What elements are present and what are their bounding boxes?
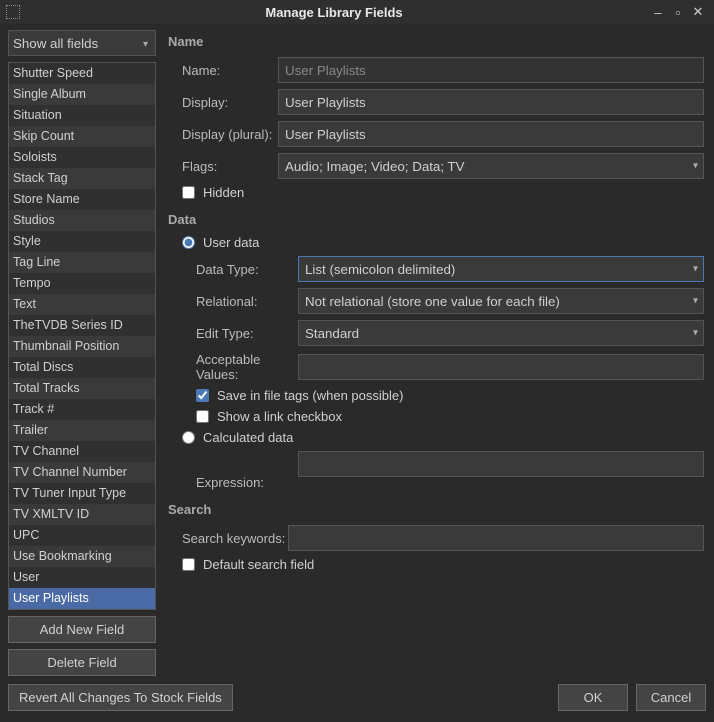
display-label: Display: (168, 95, 278, 110)
edit-type-label: Edit Type: (168, 326, 298, 341)
user-data-label: User data (203, 235, 259, 250)
list-item[interactable]: Tempo (9, 273, 155, 294)
list-item[interactable]: Store Name (9, 189, 155, 210)
list-item[interactable]: UPC (9, 525, 155, 546)
close-button[interactable]: ✕ (688, 4, 708, 20)
section-data: Data (168, 212, 704, 227)
minimize-button[interactable]: – (648, 5, 668, 20)
section-name: Name (168, 34, 704, 49)
list-item[interactable]: Situation (9, 105, 155, 126)
name-input (278, 57, 704, 83)
relational-label: Relational: (168, 294, 298, 309)
add-field-button[interactable]: Add New Field (8, 616, 156, 643)
list-item[interactable]: TheTVDB Series ID (9, 315, 155, 336)
display-plural-input[interactable] (278, 121, 704, 147)
expression-label: Expression: (168, 451, 298, 490)
default-search-checkbox[interactable] (182, 558, 195, 571)
list-item[interactable]: Single Album (9, 84, 155, 105)
bottom-bar: Revert All Changes To Stock Fields OK Ca… (0, 676, 714, 719)
edit-type-select[interactable]: Standard (298, 320, 704, 346)
hidden-checkbox[interactable] (182, 186, 195, 199)
app-icon (6, 5, 20, 19)
list-item[interactable]: Thumbnail Position (9, 336, 155, 357)
relational-select[interactable]: Not relational (store one value for each… (298, 288, 704, 314)
list-item[interactable]: Shutter Speed (9, 63, 155, 84)
list-item[interactable]: TV Channel (9, 441, 155, 462)
show-link-label: Show a link checkbox (217, 409, 342, 424)
window-title: Manage Library Fields (20, 5, 648, 20)
display-input[interactable] (278, 89, 704, 115)
keywords-label: Search keywords: (168, 531, 288, 546)
field-filter-select[interactable]: Show all fields (8, 30, 156, 56)
calculated-data-radio[interactable] (182, 431, 195, 444)
list-item[interactable]: TV Tuner Input Type (9, 483, 155, 504)
revert-button[interactable]: Revert All Changes To Stock Fields (8, 684, 233, 711)
delete-field-button[interactable]: Delete Field (8, 649, 156, 676)
section-search: Search (168, 502, 704, 517)
default-search-label: Default search field (203, 557, 314, 572)
list-item[interactable]: User Playlists (9, 588, 155, 609)
list-item[interactable]: Total Discs (9, 357, 155, 378)
save-tags-checkbox[interactable] (196, 389, 209, 402)
flags-label: Flags: (168, 159, 278, 174)
show-link-checkbox[interactable] (196, 410, 209, 423)
flags-select[interactable]: Audio; Image; Video; Data; TV (278, 153, 704, 179)
name-label: Name: (168, 63, 278, 78)
save-tags-label: Save in file tags (when possible) (217, 388, 403, 403)
list-item[interactable]: User (9, 567, 155, 588)
list-item[interactable]: Soloists (9, 147, 155, 168)
data-type-select[interactable]: List (semicolon delimited) (298, 256, 704, 282)
expression-textarea[interactable] (298, 451, 704, 477)
list-item[interactable]: Studios (9, 210, 155, 231)
list-item[interactable]: Trailer (9, 420, 155, 441)
list-item[interactable]: TV XMLTV ID (9, 504, 155, 525)
display-plural-label: Display (plural): (168, 127, 278, 142)
keywords-input[interactable] (288, 525, 704, 551)
list-item[interactable]: Track # (9, 399, 155, 420)
right-panel: Name Name: Display: Display (plural): Fl… (160, 30, 714, 676)
field-list[interactable]: Series IDShow Work Move...Shutter SpeedS… (8, 62, 156, 610)
acceptable-label: Acceptable Values: (168, 352, 298, 382)
list-item[interactable]: Total Tracks (9, 378, 155, 399)
list-item[interactable]: Skip Count (9, 126, 155, 147)
list-item[interactable]: TV Channel Number (9, 462, 155, 483)
cancel-button[interactable]: Cancel (636, 684, 706, 711)
hidden-label: Hidden (203, 185, 244, 200)
maximize-button[interactable]: ▫ (668, 5, 688, 20)
list-item[interactable]: Stack Tag (9, 168, 155, 189)
data-type-label: Data Type: (168, 262, 298, 277)
calculated-data-label: Calculated data (203, 430, 293, 445)
list-item[interactable]: Text (9, 294, 155, 315)
left-panel: Show all fields Series IDShow Work Move.… (0, 30, 160, 676)
list-item[interactable]: Use Bookmarking (9, 546, 155, 567)
titlebar: Manage Library Fields – ▫ ✕ (0, 0, 714, 24)
list-item[interactable]: Tag Line (9, 252, 155, 273)
acceptable-input[interactable] (298, 354, 704, 380)
user-data-radio[interactable] (182, 236, 195, 249)
list-item[interactable]: Style (9, 231, 155, 252)
ok-button[interactable]: OK (558, 684, 628, 711)
